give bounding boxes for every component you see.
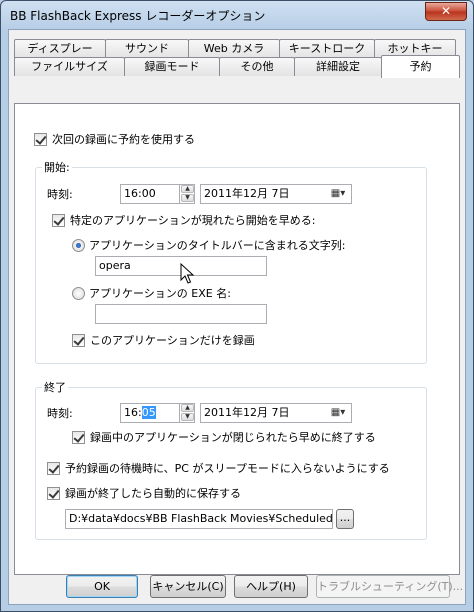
spin-down-icon[interactable]: ▼ xyxy=(181,194,194,202)
end-time-minute-selected: 05 xyxy=(141,406,156,419)
use-schedule-checkbox[interactable] xyxy=(34,133,47,146)
exe-name-radio-label: アプリケーションの EXE 名: xyxy=(89,287,231,300)
autosave-checkbox[interactable] xyxy=(47,487,60,500)
window-title: BB FlashBack Express レコーダーオプション xyxy=(10,9,266,23)
start-time-label: 時刻: xyxy=(47,188,73,201)
tab-sound[interactable]: サウンド xyxy=(105,39,189,58)
end-date-picker[interactable]: 2011年12月 7日 ▦▾ xyxy=(200,403,352,423)
start-group-title: 開始: xyxy=(42,161,72,174)
tab-record-mode[interactable]: 録画モード xyxy=(124,57,220,76)
options-dialog: BB FlashBack Express レコーダーオプション ✕ ディスプレー… xyxy=(0,0,474,612)
only-this-app-checkbox[interactable] xyxy=(72,334,85,347)
close-icon: ✕ xyxy=(440,4,452,18)
title-bar[interactable]: BB FlashBack Express レコーダーオプション ✕ xyxy=(1,1,473,29)
exe-name-radio[interactable] xyxy=(72,287,85,300)
autosave-label: 録画が終了したら自動的に保存する xyxy=(65,487,241,500)
start-time-input[interactable]: 16:00 ▲ ▼ xyxy=(120,184,195,204)
no-sleep-label: 予約録画の待機時に、PC がスリープモードに入らないようにする xyxy=(65,462,390,475)
save-path-input[interactable]: D:¥data¥docs¥BB FlashBack Movies¥Schedul… xyxy=(65,509,333,529)
spin-down-icon[interactable]: ▼ xyxy=(181,413,194,421)
app-trigger-label: 特定のアプリケーションが現れたら開始を早める: xyxy=(70,214,316,227)
title-bar-radio-label: アプリケーションのタイトルバーに含まれる文字列: xyxy=(89,239,346,252)
browse-button[interactable]: ... xyxy=(336,509,354,529)
end-time-label: 時刻: xyxy=(47,407,73,420)
end-group-title: 終了 xyxy=(42,381,68,394)
save-path-value: D:¥data¥docs¥BB FlashBack Movies¥Schedul… xyxy=(69,512,333,525)
exe-name-input[interactable] xyxy=(95,304,267,324)
start-date-picker[interactable]: 2011年12月 7日 ▦▾ xyxy=(200,184,352,204)
tab-webcam[interactable]: Web カメラ xyxy=(188,39,280,58)
schedule-tab-panel: 次回の録画に予約を使用する 開始: 時刻: 16:00 ▲ ▼ 2011年12月… xyxy=(14,103,460,575)
troubleshoot-button[interactable]: トラブルシューティング(T)... xyxy=(316,575,463,598)
spin-up-icon[interactable]: ▲ xyxy=(181,404,194,412)
calendar-dropdown-icon[interactable]: ▦▾ xyxy=(327,187,349,202)
close-button[interactable]: ✕ xyxy=(425,2,467,21)
mouse-pointer-icon xyxy=(180,263,194,284)
tab-advanced[interactable]: 詳細設定 xyxy=(294,57,382,76)
title-text-value: opera xyxy=(99,259,131,272)
tab-keystroke[interactable]: キーストローク xyxy=(279,39,375,58)
title-bar-radio[interactable] xyxy=(72,239,85,252)
tab-schedule[interactable]: 予約 xyxy=(381,55,460,78)
end-date-value: 2011年12月 7日 xyxy=(204,406,290,419)
end-time-input[interactable]: 16:05 ▲ ▼ xyxy=(120,403,195,423)
stop-on-close-label: 録画中のアプリケーションが閉じられたら早めに終了する xyxy=(90,431,376,444)
tab-other[interactable]: その他 xyxy=(219,57,295,76)
only-this-app-label: このアプリケーションだけを録画 xyxy=(90,334,255,347)
stop-on-close-checkbox[interactable] xyxy=(72,431,85,444)
start-time-value: 16:00 xyxy=(124,187,156,200)
tab-display[interactable]: ディスプレー xyxy=(14,39,106,58)
tab-filesize[interactable]: ファイルサイズ xyxy=(14,57,125,76)
app-trigger-checkbox[interactable] xyxy=(52,214,65,227)
help-button[interactable]: ヘルプ(H) xyxy=(234,575,308,598)
start-time-spinner[interactable]: ▲ ▼ xyxy=(179,185,194,203)
start-date-value: 2011年12月 7日 xyxy=(204,187,290,200)
use-schedule-label: 次回の録画に予約を使用する xyxy=(52,133,195,146)
cancel-button[interactable]: キャンセル(C) xyxy=(150,575,226,598)
end-time-spinner[interactable]: ▲ ▼ xyxy=(179,404,194,422)
ok-button[interactable]: OK xyxy=(66,575,138,598)
dialog-client-area: ディスプレー サウンド Web カメラ キーストローク ホットキー ファイルサイ… xyxy=(8,29,466,605)
no-sleep-checkbox[interactable] xyxy=(47,462,60,475)
calendar-dropdown-icon[interactable]: ▦▾ xyxy=(327,406,349,421)
spin-up-icon[interactable]: ▲ xyxy=(181,185,194,193)
end-time-hour: 16: xyxy=(124,406,142,419)
